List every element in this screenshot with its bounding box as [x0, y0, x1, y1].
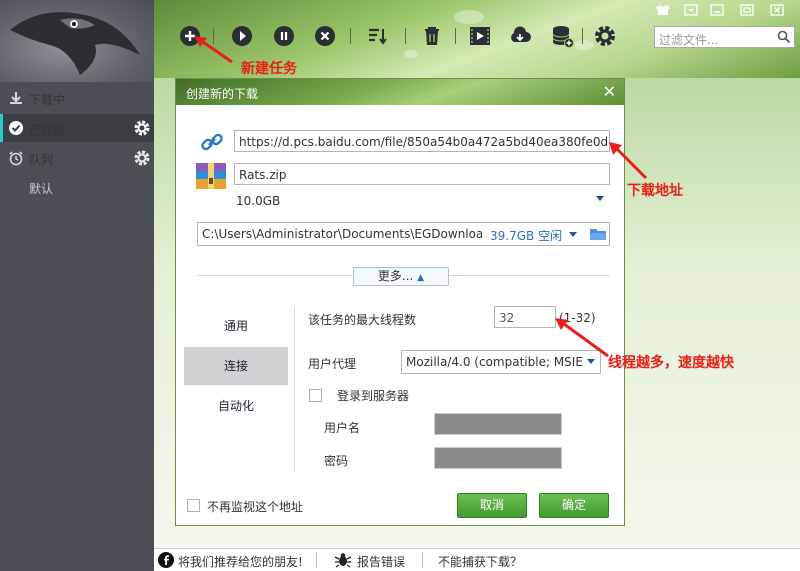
eagle-logo — [0, 0, 154, 82]
login-checkbox[interactable] — [309, 389, 322, 402]
annotation-arrow-download-url — [609, 142, 648, 180]
sort-button[interactable] — [365, 24, 389, 48]
max-threads-input[interactable]: 32 — [494, 306, 556, 328]
username-label: 用户名 — [324, 421, 361, 435]
download-icon — [10, 92, 22, 104]
cant-catch-link[interactable]: 不能捕获下载？ — [438, 553, 522, 570]
search-icon[interactable] — [777, 30, 791, 44]
cancel-button[interactable]: 取消 — [457, 493, 527, 518]
sidebar: 下载中 已完成 队列 默认 — [0, 0, 154, 571]
cloud-download-button[interactable] — [508, 24, 532, 48]
dialog-titlebar: 创建新的下载 ✕ — [176, 79, 624, 105]
delete-button[interactable] — [420, 24, 444, 48]
sidebar-item-label: 已完成 — [29, 123, 66, 137]
url-input[interactable]: https://d.pcs.baidu.com/file/850a54b0a47… — [234, 130, 610, 152]
sidebar-item-label: 队列 — [29, 153, 54, 167]
ok-button[interactable]: 确定 — [539, 493, 609, 518]
save-path-value: C:\Users\Administrator\Documents\EGDownl… — [202, 227, 482, 241]
filename-value: Rats.zip — [239, 168, 287, 182]
facebook-icon[interactable] — [158, 552, 174, 568]
sidebar-item-downloading[interactable]: 下载中 — [0, 84, 154, 112]
database-add-button[interactable] — [550, 24, 574, 48]
report-error-link[interactable]: 报告错误 — [357, 553, 405, 570]
tab-general[interactable]: 通用 — [184, 307, 288, 345]
stop-button[interactable] — [313, 24, 337, 48]
sidebar-subitem-default[interactable]: 默认 — [29, 180, 53, 197]
login-label: 登录到服务器 — [337, 389, 410, 403]
max-threads-value: 32 — [499, 311, 515, 325]
filter-search-input[interactable]: 过滤文件... — [654, 26, 795, 48]
dialog-title: 创建新的下载 — [186, 87, 259, 101]
status-footer: 将我们推荐给您的朋友! 报告错误 不能捕获下载？ — [154, 548, 800, 571]
sidebar-item-queue[interactable]: 队列 — [0, 144, 154, 172]
settings-gear-button[interactable] — [593, 24, 617, 48]
settings-tabs: 通用 连接 自动化 — [184, 307, 288, 427]
skin-shirt-icon[interactable] — [654, 3, 672, 17]
menu-dropdown-icon[interactable] — [682, 3, 700, 17]
maximize-icon[interactable] — [738, 3, 756, 17]
free-space: 39.7GB 空闲 — [490, 229, 563, 243]
alarm-clock-icon — [9, 151, 23, 166]
recommend-link[interactable]: 将我们推荐给您的朋友! — [178, 553, 303, 570]
no-monitor-label: 不再监视这个地址 — [207, 500, 304, 514]
sidebar-item-completed[interactable]: 已完成 — [0, 114, 154, 142]
gear-icon[interactable] — [133, 149, 151, 167]
pause-button[interactable] — [272, 24, 296, 48]
annotation-arrow-threads — [555, 318, 609, 358]
check-circle-icon — [9, 121, 23, 135]
password-input[interactable] — [434, 447, 562, 469]
save-path-select[interactable]: C:\Users\Administrator\Documents\EGDownl… — [197, 222, 610, 246]
file-size: 10.0GB — [236, 194, 281, 208]
filename-input[interactable]: Rats.zip — [234, 163, 610, 185]
path-dropdown-icon[interactable] — [569, 232, 577, 238]
close-window-icon[interactable] — [768, 3, 786, 17]
tab-connection[interactable]: 连接 — [184, 347, 288, 385]
annotation-download-url: 下载地址 — [627, 183, 683, 199]
annotation-threads-tip: 线程越多，速度越快 — [608, 355, 734, 371]
annotation-new-task: 新建任务 — [241, 61, 297, 77]
video-button[interactable] — [468, 24, 492, 48]
bug-icon[interactable] — [334, 551, 352, 569]
tab-automation[interactable]: 自动化 — [184, 387, 288, 425]
max-threads-label: 该任务的最大线程数 — [308, 313, 417, 327]
filesize-dropdown-icon[interactable] — [596, 196, 604, 202]
dialog-close-icon[interactable]: ✕ — [603, 82, 616, 101]
more-options-button[interactable]: 更多... ▲ — [353, 267, 449, 286]
user-agent-label: 用户代理 — [308, 357, 357, 371]
url-value: https://d.pcs.baidu.com/file/850a54b0a47… — [239, 135, 610, 149]
search-placeholder: 过滤文件... — [659, 33, 719, 47]
minimize-icon[interactable] — [708, 3, 726, 17]
folder-icon[interactable] — [589, 227, 607, 241]
password-label: 密码 — [324, 454, 349, 468]
sidebar-item-label: 下载中 — [29, 93, 66, 107]
no-monitor-checkbox[interactable] — [187, 499, 200, 512]
zip-archive-icon — [196, 163, 226, 189]
gear-icon[interactable] — [133, 119, 151, 137]
username-input[interactable] — [434, 413, 562, 435]
link-icon — [201, 133, 223, 151]
